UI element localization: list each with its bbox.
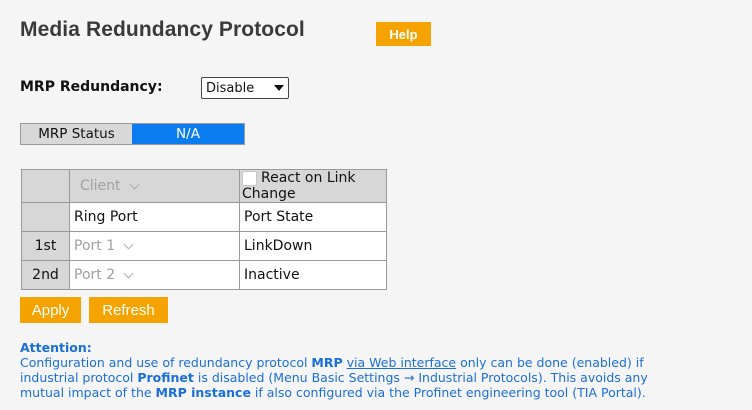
chevron-down-icon xyxy=(123,239,134,249)
attention-text-segment: is disabled (Menu Basic Settings → Indus… xyxy=(193,370,648,385)
table-row: 1st Port 1 LinkDown xyxy=(21,231,387,261)
table-row: Client React on Link Change xyxy=(21,169,387,203)
attention-text-segment: industrial protocol xyxy=(20,370,138,385)
mrp-redundancy-select[interactable]: Disable xyxy=(201,77,289,99)
react-on-link-change-label: React on Link Change xyxy=(242,170,356,202)
ring-port-header: Ring Port xyxy=(69,202,240,232)
react-on-link-change-checkbox[interactable] xyxy=(242,170,257,186)
port-state-header: Port State xyxy=(239,202,387,232)
role-select[interactable]: Client xyxy=(80,178,139,194)
chevron-down-icon xyxy=(129,179,139,189)
port-1-state: LinkDown xyxy=(239,231,387,261)
table-corner-cell xyxy=(21,169,70,203)
table-header-blank xyxy=(21,202,70,232)
mrp-redundancy-value: Disable xyxy=(206,80,255,96)
attention-line-2: industrial protocol Profinet is disabled… xyxy=(20,370,752,385)
port-1-select[interactable]: Port 1 xyxy=(74,238,134,254)
attention-text-segment: mutual impact of the xyxy=(20,385,156,400)
mrp-status-label: MRP Status xyxy=(21,124,132,144)
port-cell: Port 1 xyxy=(69,231,240,261)
role-cell: Client xyxy=(69,169,240,203)
mrp-status-value: N/A xyxy=(132,124,244,144)
attention-mrp-bold: MRP xyxy=(311,355,343,370)
attention-title: Attention: xyxy=(20,340,92,355)
role-select-value: Client xyxy=(80,178,121,194)
port-1-select-value: Port 1 xyxy=(74,238,116,254)
table-row: 2nd Port 2 Inactive xyxy=(21,260,387,290)
page-title: Media Redundancy Protocol xyxy=(20,18,305,41)
chevron-down-icon xyxy=(123,268,134,278)
attention-mrp-instance-bold: MRP instance xyxy=(155,385,251,400)
help-button[interactable]: Help xyxy=(376,22,431,46)
chevron-down-icon xyxy=(274,85,284,91)
port-2-select[interactable]: Port 2 xyxy=(74,267,134,283)
attention-text-segment: only can be done (enabled) if xyxy=(456,355,644,370)
mrp-config-table: Client React on Link Change Ring Port Po… xyxy=(21,169,387,290)
row-label-1st: 1st xyxy=(21,231,70,261)
apply-button[interactable]: Apply xyxy=(20,297,81,323)
port-cell: Port 2 xyxy=(69,260,240,290)
react-cell: React on Link Change xyxy=(239,169,387,203)
web-interface-link[interactable]: via Web interface xyxy=(347,355,456,370)
mrp-redundancy-label: MRP Redundancy: xyxy=(20,79,163,95)
attention-profinet-bold: Profinet xyxy=(137,370,194,385)
attention-text: Configuration and use of redundancy prot… xyxy=(20,355,752,400)
attention-line-1: Configuration and use of redundancy prot… xyxy=(20,355,752,370)
mrp-status-bar: MRP Status N/A xyxy=(20,123,245,145)
attention-text-segment: if also configured via the Profinet engi… xyxy=(250,385,646,400)
attention-text-segment: Configuration and use of redundancy prot… xyxy=(20,355,312,370)
row-label-2nd: 2nd xyxy=(21,260,70,290)
refresh-button[interactable]: Refresh xyxy=(89,297,168,323)
table-row: Ring Port Port State xyxy=(21,202,387,232)
attention-line-3: mutual impact of the MRP instance if als… xyxy=(20,385,752,400)
port-2-state: Inactive xyxy=(239,260,387,290)
port-2-select-value: Port 2 xyxy=(74,267,116,283)
